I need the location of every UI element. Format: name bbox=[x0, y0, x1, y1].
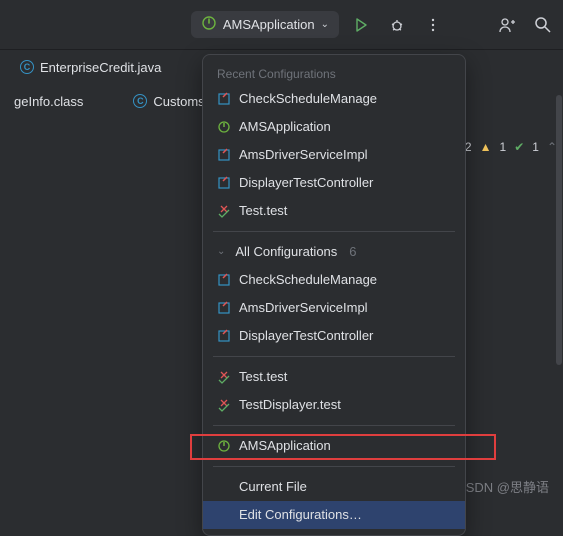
item-label: Edit Configurations… bbox=[239, 505, 362, 525]
inspection-status[interactable]: 2 ▲1 ✔1 ⌃ bbox=[465, 140, 557, 154]
java-class-icon: C bbox=[133, 94, 147, 108]
item-label: Test.test bbox=[239, 201, 287, 221]
spacer bbox=[217, 508, 231, 522]
run-button[interactable] bbox=[347, 11, 375, 39]
tab-label: geInfo.class bbox=[14, 94, 83, 109]
spacer bbox=[217, 480, 231, 494]
spring-boot-icon bbox=[201, 15, 217, 34]
divider bbox=[213, 425, 455, 426]
tab-geinfo[interactable]: geInfo.class bbox=[0, 88, 97, 115]
main-toolbar: AMSApplication ⌄ bbox=[0, 0, 563, 50]
recent-config-item[interactable]: AMSApplication bbox=[203, 113, 465, 141]
run-config-dropdown: Recent Configurations CheckScheduleManag… bbox=[202, 54, 466, 536]
config-icon bbox=[217, 329, 231, 343]
spring-boot-icon bbox=[217, 120, 231, 134]
recent-config-item[interactable]: CheckScheduleManage bbox=[203, 85, 465, 113]
divider bbox=[213, 356, 455, 357]
config-icon bbox=[217, 92, 231, 106]
check-icon: ✔ bbox=[514, 140, 524, 154]
item-label: CheckScheduleManage bbox=[239, 270, 377, 290]
recent-config-item[interactable]: DisplayerTestController bbox=[203, 169, 465, 197]
all-config-item[interactable]: TestDisplayer.test bbox=[203, 391, 465, 419]
java-class-icon: C bbox=[20, 60, 34, 74]
item-label: AmsDriverServiceImpl bbox=[239, 298, 368, 318]
run-config-label: AMSApplication bbox=[223, 17, 315, 32]
item-label: CheckScheduleManage bbox=[239, 89, 377, 109]
all-config-header[interactable]: ⌄ All Configurations 6 bbox=[203, 238, 465, 266]
ok-count: 1 bbox=[532, 140, 539, 154]
all-config-item[interactable]: AmsDriverServiceImpl bbox=[203, 294, 465, 322]
all-header-label: All Configurations bbox=[235, 242, 337, 262]
item-label: AMSApplication bbox=[239, 117, 331, 137]
all-config-item[interactable]: CheckScheduleManage bbox=[203, 266, 465, 294]
watermark: CSDN @思静语 bbox=[456, 477, 549, 496]
all-config-item[interactable]: AMSApplication bbox=[203, 432, 465, 460]
recent-header: Recent Configurations bbox=[203, 61, 465, 85]
tab-label: Customs bbox=[153, 94, 204, 109]
warning-count: 1 bbox=[500, 140, 507, 154]
run-config-selector[interactable]: AMSApplication ⌄ bbox=[191, 11, 339, 38]
more-actions-button[interactable] bbox=[419, 11, 447, 39]
add-user-button[interactable] bbox=[493, 11, 521, 39]
item-label: TestDisplayer.test bbox=[239, 395, 341, 415]
vertical-scrollbar[interactable] bbox=[556, 95, 562, 365]
config-icon bbox=[217, 148, 231, 162]
item-label: Current File bbox=[239, 477, 307, 497]
current-file-item[interactable]: Current File bbox=[203, 473, 465, 501]
spring-boot-icon bbox=[217, 439, 231, 453]
config-icon bbox=[217, 176, 231, 190]
all-config-item[interactable]: DisplayerTestController bbox=[203, 322, 465, 350]
edit-configurations-item[interactable]: Edit Configurations… bbox=[203, 501, 465, 529]
recent-config-item[interactable]: AmsDriverServiceImpl bbox=[203, 141, 465, 169]
item-label: DisplayerTestController bbox=[239, 173, 373, 193]
test-icon bbox=[217, 398, 231, 412]
config-icon bbox=[217, 301, 231, 315]
divider bbox=[213, 231, 455, 232]
item-label: AmsDriverServiceImpl bbox=[239, 145, 368, 165]
tab-label: EnterpriseCredit.java bbox=[40, 60, 161, 75]
test-icon bbox=[217, 370, 231, 384]
item-label: AMSApplication bbox=[239, 436, 331, 456]
item-label: DisplayerTestController bbox=[239, 326, 373, 346]
all-config-item[interactable]: Test.test bbox=[203, 363, 465, 391]
chevron-down-icon: ⌄ bbox=[217, 242, 225, 262]
chevron-down-icon: ⌄ bbox=[321, 19, 329, 30]
item-label: Test.test bbox=[239, 367, 287, 387]
tab-enterprise-credit[interactable]: C EnterpriseCredit.java bbox=[8, 54, 173, 81]
debug-button[interactable] bbox=[383, 11, 411, 39]
all-count: 6 bbox=[349, 242, 356, 262]
test-icon bbox=[217, 204, 231, 218]
divider bbox=[213, 466, 455, 467]
warning-icon: ▲ bbox=[480, 140, 492, 154]
recent-config-item[interactable]: Test.test bbox=[203, 197, 465, 225]
config-icon bbox=[217, 273, 231, 287]
search-button[interactable] bbox=[529, 11, 557, 39]
